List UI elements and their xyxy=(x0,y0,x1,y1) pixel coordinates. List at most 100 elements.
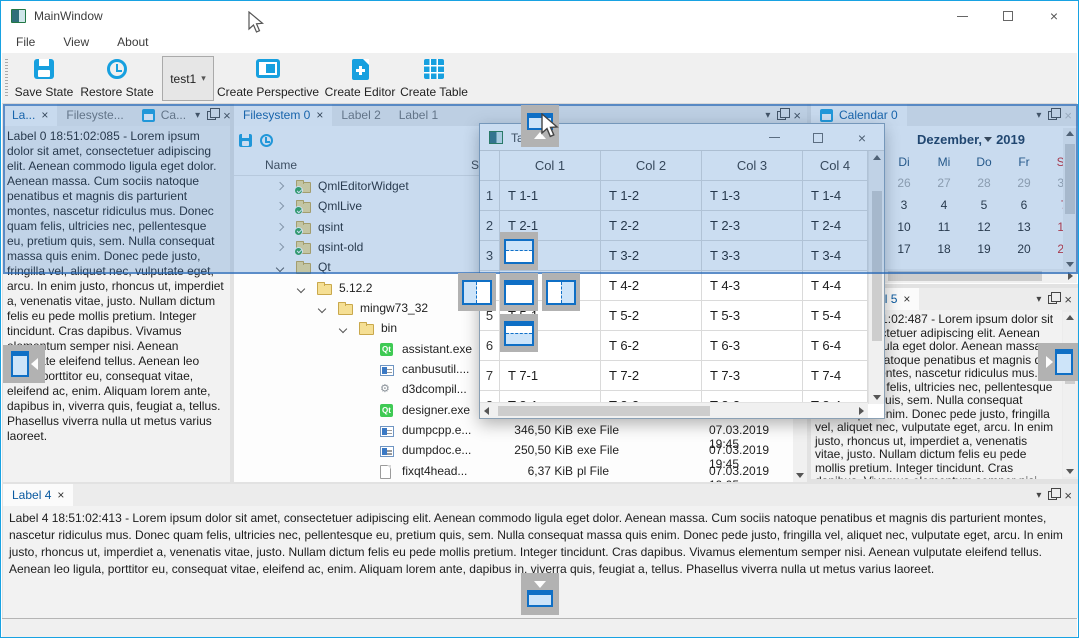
scroll-down-icon[interactable] xyxy=(1066,262,1074,267)
calendar-day[interactable]: 26 xyxy=(884,172,924,194)
table-cell[interactable]: T 3-3 xyxy=(702,241,803,271)
table-cell[interactable]: T 7-1 xyxy=(500,361,601,391)
tree-row[interactable]: fixqt4head...6,37 KiBpl File07.03.2019 1… xyxy=(234,461,793,481)
table-cell[interactable]: T 6-3 xyxy=(702,331,803,361)
expander-expanded-icon[interactable] xyxy=(319,305,327,313)
table-cell[interactable]: T 6-2 xyxy=(601,331,702,361)
toolbar-grip[interactable] xyxy=(5,59,8,97)
table-cell[interactable]: T 5-2 xyxy=(601,301,702,331)
calendar-day[interactable]: 12 xyxy=(964,216,1004,238)
calendar-day[interactable]: 28 xyxy=(964,172,1004,194)
table-cell[interactable]: T 3-4 xyxy=(803,241,868,271)
expander-expanded-icon[interactable] xyxy=(298,285,306,293)
minimize-button[interactable] xyxy=(939,1,985,31)
dock-indicator-area-right[interactable] xyxy=(542,273,580,311)
table-hscrollbar[interactable] xyxy=(480,402,868,418)
scroll-thumb[interactable] xyxy=(1065,144,1075,214)
close-button[interactable]: × xyxy=(1031,1,1077,31)
tab-close-icon[interactable]: × xyxy=(57,488,64,502)
table-cell[interactable]: T 5-4 xyxy=(803,301,868,331)
name-column-header[interactable]: Name xyxy=(265,158,297,172)
scroll-down-icon[interactable] xyxy=(796,473,804,478)
minimize-button[interactable] xyxy=(752,124,796,151)
tab-filesystem0[interactable]: Filesystem 0 × xyxy=(234,104,332,126)
calendar-day[interactable]: 4 xyxy=(924,194,964,216)
calendar-day[interactable]: 19 xyxy=(964,238,1004,260)
table-row-header[interactable]: 1 xyxy=(480,181,500,211)
perspective-combobox[interactable]: test1 ▾ xyxy=(162,56,214,101)
dock-indicator-right-edge[interactable] xyxy=(1038,343,1079,381)
table-cell[interactable]: T 1-4 xyxy=(803,181,868,211)
tree-row[interactable]: dumpdoc.e...250,50 KiBexe File07.03.2019… xyxy=(234,440,793,460)
create-table-button[interactable]: Create Table xyxy=(400,56,468,101)
calendar-day[interactable]: 18 xyxy=(924,238,964,260)
scroll-up-icon[interactable] xyxy=(1066,315,1074,320)
table-row-header[interactable]: 6 xyxy=(480,331,500,361)
restore-state-button[interactable]: Restore State xyxy=(80,56,154,101)
expander-collapsed-icon[interactable] xyxy=(277,244,285,252)
expander-collapsed-icon[interactable] xyxy=(277,224,285,232)
calendar-day[interactable]: 13 xyxy=(1004,216,1044,238)
panel-close-icon[interactable]: × xyxy=(223,109,231,122)
panel-close-icon[interactable]: × xyxy=(1064,489,1072,502)
tab-close-icon[interactable]: × xyxy=(41,108,48,122)
label5-vscrollbar[interactable] xyxy=(1063,312,1077,477)
float-icon[interactable] xyxy=(207,111,216,120)
table-cell[interactable]: T 7-3 xyxy=(702,361,803,391)
scroll-thumb[interactable] xyxy=(498,406,710,416)
table-cell[interactable]: T 7-2 xyxy=(601,361,702,391)
menu-file[interactable]: File xyxy=(2,35,49,49)
tab-label1[interactable]: Label 1 xyxy=(390,104,447,126)
table-row-header[interactable]: 2 xyxy=(480,211,500,241)
table-cell[interactable]: T 2-2 xyxy=(601,211,702,241)
table-vscrollbar[interactable] xyxy=(868,151,884,404)
save-icon[interactable] xyxy=(239,134,252,147)
calendar-vscrollbar[interactable] xyxy=(1063,128,1077,270)
calendar-day[interactable]: 17 xyxy=(884,238,924,260)
scroll-up-icon[interactable] xyxy=(1066,131,1074,136)
table-cell[interactable]: T 1-1 xyxy=(500,181,601,211)
scroll-left-icon[interactable] xyxy=(484,407,489,415)
scroll-down-icon[interactable] xyxy=(873,395,881,400)
menu-about[interactable]: About xyxy=(103,35,162,49)
menu-view[interactable]: View xyxy=(49,35,103,49)
scroll-right-icon[interactable] xyxy=(1068,272,1073,280)
tree-row[interactable]: dumpcpp.e...346,50 KiBexe File07.03.2019… xyxy=(234,420,793,440)
table-cell[interactable]: T 1-2 xyxy=(601,181,702,211)
dock-indicator-area-top[interactable] xyxy=(500,232,538,270)
table-floating-window[interactable]: Table 0 × Col 1Col 2Col 3Col 41T 1-1T 1-… xyxy=(479,123,885,419)
scroll-thumb[interactable] xyxy=(872,191,882,341)
expander-collapsed-icon[interactable] xyxy=(277,203,285,211)
tab-label4[interactable]: Label 4 × xyxy=(3,484,73,506)
tab-filesystem-alt[interactable]: Filesyste... xyxy=(57,104,132,126)
scroll-right-icon[interactable] xyxy=(859,407,864,415)
float-icon[interactable] xyxy=(1048,491,1057,500)
tab-label0[interactable]: La... × xyxy=(3,104,57,126)
table-cell[interactable]: T 3-2 xyxy=(601,241,702,271)
title-bar[interactable]: MainWindow × xyxy=(2,1,1077,31)
float-icon[interactable] xyxy=(1048,111,1057,120)
tab-close-icon[interactable]: × xyxy=(903,292,910,306)
tab-calendar-alt[interactable]: Ca... xyxy=(133,104,195,126)
table-column-header[interactable]: Col 1 xyxy=(500,151,601,181)
dock-indicator-left-edge[interactable] xyxy=(3,345,45,383)
tab-menu-icon[interactable]: ▾ xyxy=(195,110,200,121)
tab-menu-icon[interactable]: ▾ xyxy=(765,110,770,121)
maximize-button[interactable] xyxy=(796,124,840,151)
table-cell[interactable]: T 2-4 xyxy=(803,211,868,241)
create-editor-button[interactable]: Create Editor xyxy=(324,56,396,101)
table-cell[interactable]: T 5-3 xyxy=(702,301,803,331)
create-perspective-button[interactable]: Create Perspective xyxy=(218,56,318,101)
table-cell[interactable]: T 7-4 xyxy=(803,361,868,391)
table-column-header[interactable]: Col 2 xyxy=(601,151,702,181)
month-label[interactable]: Dezember, xyxy=(917,132,982,147)
scroll-up-icon[interactable] xyxy=(873,155,881,160)
calendar-day[interactable]: 6 xyxy=(1004,194,1044,216)
table-row-header[interactable]: 3 xyxy=(480,241,500,271)
table-cell[interactable]: T 4-3 xyxy=(702,271,803,301)
tab-menu-icon[interactable]: ▾ xyxy=(1036,110,1041,121)
tab-menu-icon[interactable]: ▾ xyxy=(1036,490,1041,501)
dock-indicator-area-left[interactable] xyxy=(458,273,496,311)
calendar-day[interactable]: 10 xyxy=(884,216,924,238)
tab-menu-icon[interactable]: ▾ xyxy=(1036,294,1041,305)
